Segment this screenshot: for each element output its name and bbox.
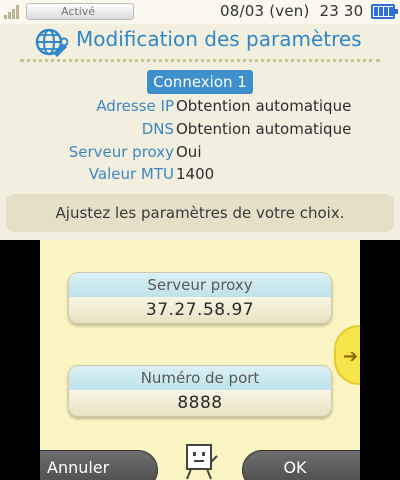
info-row-mtu: Valeur MTU 1400: [0, 165, 400, 187]
info-label: Serveur proxy: [68, 143, 174, 161]
header-divider: [20, 59, 380, 62]
wireless-status-label: Activé: [61, 5, 96, 18]
connection-badge: Connexion 1: [147, 70, 253, 94]
signal-strength-icon: [4, 3, 22, 19]
wireless-status-indicator: Activé: [26, 3, 134, 20]
bottom-screen: Serveur proxy 37.27.58.97 Numéro de port…: [40, 240, 360, 480]
arrow-right-icon: ➔: [343, 346, 359, 367]
info-value: 1400: [176, 165, 215, 183]
top-screen: Activé 08/03 (ven) 23 30 Modification de…: [0, 0, 400, 240]
globe-wrench-icon: [35, 28, 68, 57]
info-label: DNS: [141, 120, 174, 138]
date-label: 08/03 (ven): [220, 2, 310, 20]
info-value: Oui: [176, 143, 202, 161]
info-label: Valeur MTU: [88, 165, 174, 183]
status-bar: Activé 08/03 (ven) 23 30: [0, 0, 400, 24]
battery-icon: [371, 4, 398, 19]
help-mascot-icon[interactable]: [181, 442, 219, 480]
info-label: Adresse IP: [96, 97, 174, 115]
ok-button[interactable]: OK: [242, 450, 360, 480]
cancel-button[interactable]: Annuler: [40, 450, 158, 480]
next-page-button[interactable]: ➔: [334, 325, 360, 385]
instruction-message: Ajustez les paramètres de votre choix.: [6, 194, 394, 232]
proxy-server-label: Serveur proxy: [69, 273, 331, 297]
page-header: Modification des paramètres: [0, 24, 400, 64]
info-value: Obtention automatique: [176, 120, 352, 138]
port-number-value: 8888: [177, 393, 223, 413]
port-number-button[interactable]: Numéro de port 8888: [68, 365, 332, 417]
info-row-ip: Adresse IP Obtention automatique: [0, 97, 400, 119]
page-title: Modification des paramètres: [76, 27, 362, 51]
time-label: 23 30: [319, 2, 364, 20]
info-row-dns: DNS Obtention automatique: [0, 120, 400, 142]
proxy-server-button[interactable]: Serveur proxy 37.27.58.97: [68, 272, 332, 324]
ok-label: OK: [283, 458, 307, 477]
date-time: 08/03 (ven) 23 30: [220, 2, 363, 20]
info-row-proxy: Serveur proxy Oui: [0, 143, 400, 165]
proxy-server-value: 37.27.58.97: [145, 300, 255, 320]
port-number-label: Numéro de port: [69, 366, 331, 390]
info-value: Obtention automatique: [176, 97, 352, 115]
